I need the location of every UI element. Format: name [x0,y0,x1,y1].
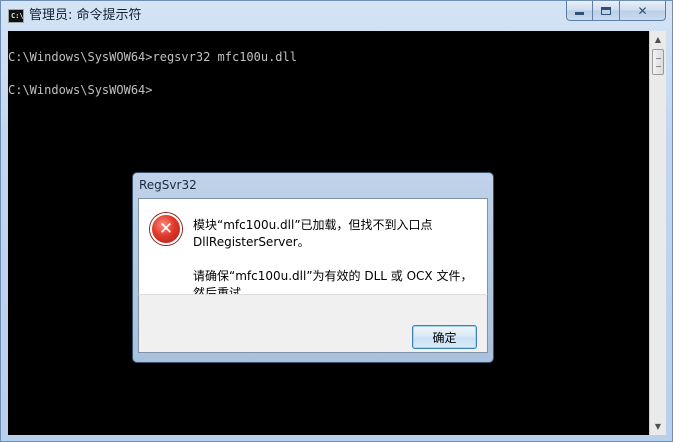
maximize-icon [601,6,611,15]
title-bar[interactable]: C:\ 管理员: 命令提示符 ✕ [1,1,672,31]
dialog-content: ✕ 模块“mfc100u.dll”已加载，但找不到入口点 DllRegister… [138,198,488,300]
dialog-message-line: DllRegisterServer。 [193,235,310,249]
cmd-icon[interactable]: C:\ [8,9,24,23]
regsvr32-dialog: RegSvr32 ✕ 模块“mfc100u.dll”已加载，但找不到入口点 Dl… [132,172,494,363]
vertical-scrollbar[interactable]: ▲ ▼ [649,31,666,435]
dialog-message-line: 请确保“mfc100u.dll”为有效的 DLL 或 OCX 文件， [193,269,473,283]
console-line: C:\Windows\SysWOW64> [8,83,153,97]
close-button[interactable]: ✕ [620,1,666,21]
dialog-title: RegSvr32 [139,178,197,192]
scroll-thumb[interactable] [652,49,664,75]
console-line: C:\Windows\SysWOW64>regsvr32 mfc100u.dll [8,50,297,64]
minimize-button[interactable] [566,1,593,21]
minimize-icon [575,12,584,15]
close-icon: ✕ [637,3,648,18]
maximize-button[interactable] [593,1,620,21]
window-title: 管理员: 命令提示符 [29,8,142,23]
cmd-icon-text: C:\ [11,12,24,20]
error-icon: ✕ [150,213,182,245]
dialog-message-line: 模块“mfc100u.dll”已加载，但找不到入口点 [193,218,433,232]
caption-buttons: ✕ [566,1,666,21]
scroll-down-arrow-icon[interactable]: ▼ [650,418,666,435]
scroll-up-arrow-icon[interactable]: ▲ [650,31,666,48]
ok-button[interactable]: 确定 [412,325,477,349]
